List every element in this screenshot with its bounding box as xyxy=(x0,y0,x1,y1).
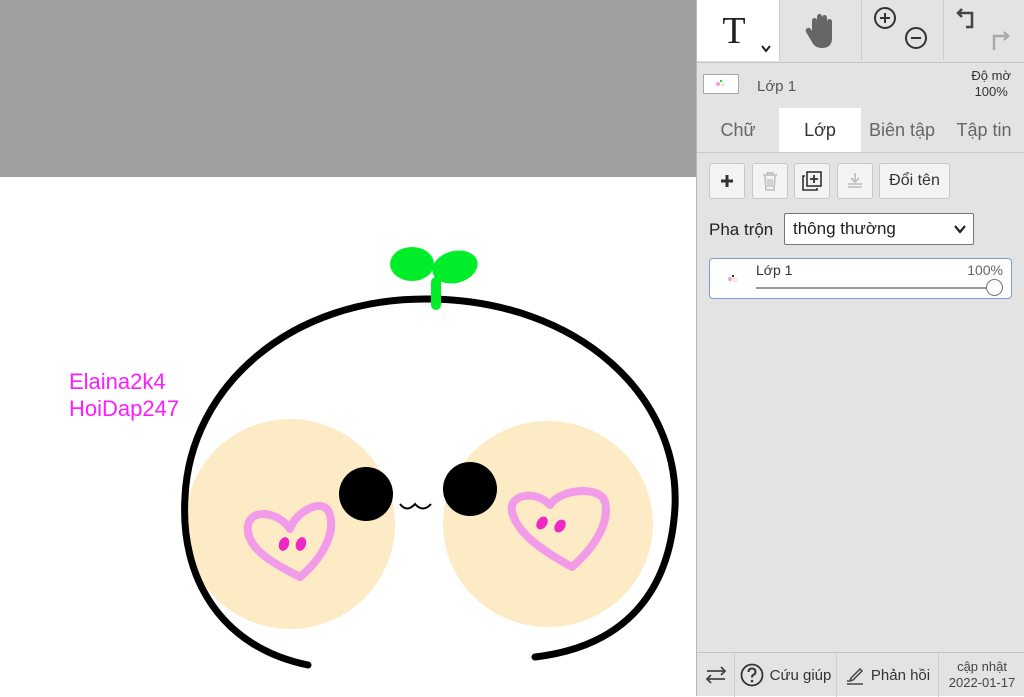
redo-icon[interactable] xyxy=(986,28,1012,54)
layer-tools: Đổi tên xyxy=(697,163,1024,203)
updated-label: cập nhật xyxy=(957,659,1007,674)
pencil-lines-icon xyxy=(846,667,863,685)
side-panel: T Lớp 1 Độ mờ 100% Chữ Lớp Biên tập Tập … xyxy=(696,0,1024,697)
undo-redo-group xyxy=(943,0,1024,61)
updated-date: 2022-01-17 xyxy=(948,675,1016,690)
canvas-text-line-1: Elaina2k4 xyxy=(69,369,166,394)
opacity-value: 100% xyxy=(974,84,1008,99)
opacity-title: Độ mờ xyxy=(971,68,1011,83)
canvas-background xyxy=(0,0,696,177)
left-eye xyxy=(339,467,393,521)
blend-mode-select[interactable]: thông thường xyxy=(784,213,974,245)
tab-edit[interactable]: Biên tập xyxy=(861,108,943,152)
swap-side-button[interactable] xyxy=(697,653,735,697)
drawing-illustration xyxy=(181,247,679,669)
trash-icon xyxy=(763,172,777,191)
layer-row-name: Lớp 1 xyxy=(756,262,793,278)
add-layer-button[interactable] xyxy=(709,163,745,199)
text-tool-icon: T xyxy=(722,9,746,52)
tab-text[interactable]: Chữ xyxy=(697,108,779,152)
right-eye xyxy=(443,462,497,516)
blend-mode-row: Pha trộn thông thường xyxy=(709,213,1009,245)
opacity-indicator: Độ mờ 100% xyxy=(971,68,1011,100)
merge-down-icon xyxy=(848,173,862,188)
blend-mode-label: Pha trộn xyxy=(709,220,774,239)
duplicate-icon xyxy=(802,171,822,191)
text-tool-button[interactable]: T xyxy=(697,0,779,61)
blend-mode-value: thông thường xyxy=(793,219,896,238)
canvas-text-line-2: HoiDap247 xyxy=(69,396,180,421)
zoom-in-icon[interactable] xyxy=(872,5,900,33)
question-circle-icon xyxy=(740,663,764,687)
current-layer-info: Lớp 1 Độ mờ 100% xyxy=(697,62,1024,107)
tool-bar: T xyxy=(697,0,1024,63)
help-label: Cứu giúp xyxy=(769,666,832,684)
mouth xyxy=(399,502,432,510)
opacity-slider-handle[interactable] xyxy=(986,279,1003,296)
hand-tool-button[interactable] xyxy=(779,0,862,61)
layer-list-item[interactable]: Lớp 1 100% xyxy=(709,258,1012,299)
swap-arrows-icon xyxy=(705,666,726,684)
panel-tabs: Chữ Lớp Biên tập Tập tin xyxy=(697,108,1024,153)
layer-name: Lớp 1 xyxy=(757,78,797,95)
plus-icon xyxy=(721,175,733,187)
duplicate-layer-button[interactable] xyxy=(794,163,830,199)
sprout-leaf-left xyxy=(390,247,434,281)
zoom-tool-button[interactable] xyxy=(861,0,944,61)
merge-down-button[interactable] xyxy=(837,163,873,199)
tab-layer[interactable]: Lớp xyxy=(779,108,861,152)
feedback-label: Phản hồi xyxy=(870,666,931,684)
undo-icon[interactable] xyxy=(954,5,980,31)
layer-thumbnail xyxy=(703,74,739,94)
panel-footer: Cứu giúp Phản hồi cập nhật 2022-01-17 xyxy=(697,652,1024,697)
hand-icon xyxy=(805,13,832,48)
feedback-button[interactable]: Phản hồi xyxy=(837,653,939,697)
chevron-down-icon xyxy=(954,225,966,234)
opacity-slider-track[interactable] xyxy=(756,287,996,289)
drawing-canvas[interactable]: Elaina2k4 HoiDap247 xyxy=(0,0,696,696)
delete-layer-button[interactable] xyxy=(752,163,788,199)
chevron-down-icon[interactable] xyxy=(760,44,772,54)
layer-row-opacity: 100% xyxy=(967,262,1003,278)
right-cheek xyxy=(443,421,653,627)
tab-file[interactable]: Tập tin xyxy=(943,108,1024,152)
update-info: cập nhật 2022-01-17 xyxy=(939,653,1024,697)
layer-row-thumbnail xyxy=(718,266,748,288)
zoom-out-icon[interactable] xyxy=(903,25,931,53)
help-button[interactable]: Cứu giúp xyxy=(735,653,837,697)
rename-layer-button[interactable]: Đổi tên xyxy=(879,163,950,199)
